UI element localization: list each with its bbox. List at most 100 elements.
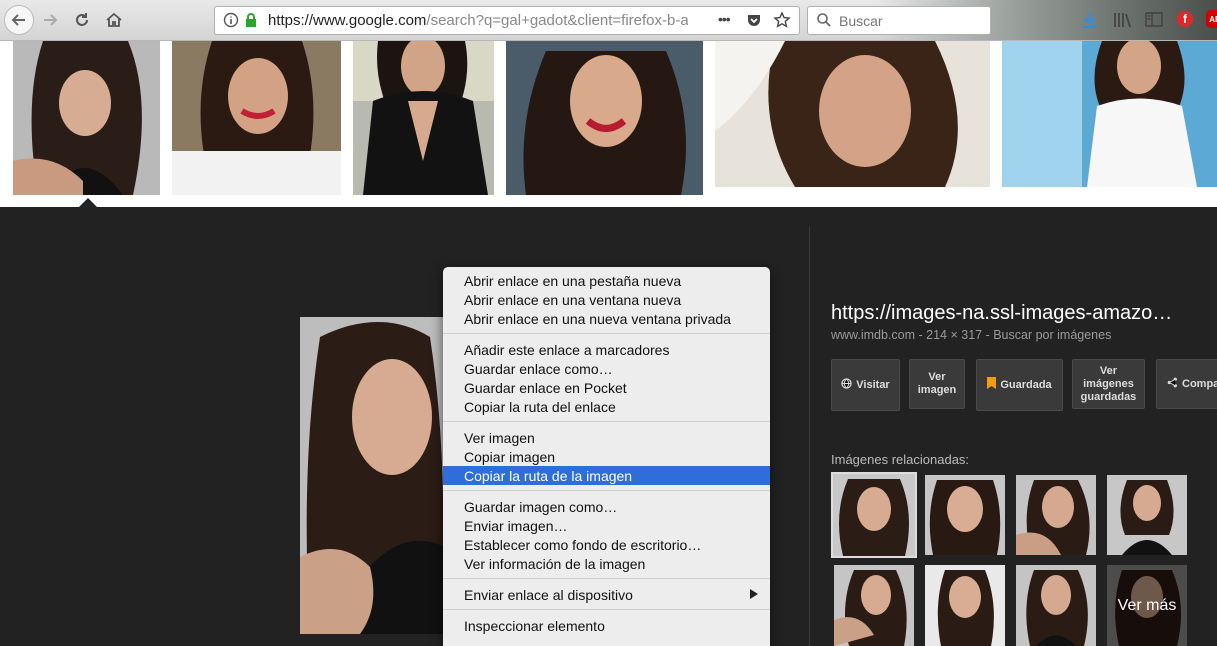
bookmark-icon [987,377,997,393]
url-text: https://www.google.com/search?q=gal+gado… [268,12,688,29]
context-menu-item-label: Enviar imagen… [464,518,568,534]
context-menu-item[interactable]: Abrir enlace en una nueva ventana privad… [443,309,770,328]
context-menu-item[interactable]: Añadir este enlace a marcadores [443,340,770,359]
saved-button[interactable]: Guardada [976,359,1063,411]
browser-toolbar: https://www.google.com/search?q=gal+gado… [0,0,1217,41]
related-thumbnail[interactable] [834,565,914,646]
result-image [353,41,494,195]
related-image [834,565,914,646]
submenu-arrow-icon [750,589,758,599]
result-thumbnail[interactable] [715,41,990,187]
context-menu-item-label: Copiar imagen [464,449,556,465]
context-menu-item[interactable]: Inspeccionar elemento [443,616,770,635]
view-image-label: Ver imagen [917,371,957,396]
lock-icon [246,13,256,27]
context-menu-item-label: Guardar enlace en Pocket [464,380,627,396]
context-menu-item[interactable]: Guardar enlace como… [443,359,770,378]
library-icon[interactable] [1113,11,1131,29]
context-menu-item[interactable]: Abrir enlace en una pestaña nueva [443,271,770,290]
related-images-label: Imágenes relacionadas: [831,452,970,467]
context-menu-item[interactable]: Ver información de la imagen [443,554,770,573]
home-button[interactable] [100,6,128,34]
visit-button[interactable]: Visitar [831,359,900,411]
context-menu-item[interactable]: Copiar imagen [443,447,770,466]
forward-button[interactable] [36,6,64,34]
related-image [925,475,1005,555]
flipboard-icon[interactable]: f [1177,11,1193,27]
context-menu-item-label: Guardar imagen como… [464,499,618,515]
context-menu-item-label: Copiar la ruta de la imagen [464,468,633,484]
context-menu-item-label: Establecer como fondo de escritorio… [464,537,702,553]
url-bar[interactable]: https://www.google.com/search?q=gal+gado… [214,6,800,35]
info-icon [223,12,239,28]
image-meta: www.imdb.com - 214 × 317 - Buscar por im… [831,328,1112,342]
result-thumbnail[interactable] [1002,41,1217,187]
view-image-button[interactable]: Ver imagen [909,359,965,409]
see-more-button[interactable]: Ver más [1107,565,1187,646]
result-thumbnail[interactable] [506,41,703,195]
share-button[interactable]: Compa [1156,359,1217,409]
related-image [925,565,1005,646]
context-menu-item[interactable]: Enviar imagen… [443,516,770,535]
context-menu-item[interactable]: Guardar imagen como… [443,497,770,516]
share-label: Compa [1182,377,1217,390]
result-thumbnail[interactable] [172,41,341,195]
related-thumbnail[interactable] [1016,565,1096,646]
context-menu-item[interactable]: Copiar la ruta de la imagen [443,466,770,485]
related-thumbnail[interactable] [831,472,917,558]
context-menu-item[interactable]: Ver imagen [443,428,770,447]
image-title[interactable]: https://images-na.ssl-images-amazo… [831,302,1211,325]
reload-icon [76,13,88,26]
search-bar[interactable]: Buscar [807,6,991,35]
back-arrow-icon [11,14,25,26]
context-menu-item[interactable]: Abrir enlace en una ventana nueva [443,290,770,309]
context-menu-item[interactable]: Enviar enlace al dispositivo [443,585,770,604]
pocket-icon[interactable] [746,12,762,28]
context-menu-item-label: Inspeccionar elemento [464,618,605,634]
context-menu-item-label: Guardar enlace como… [464,361,613,377]
search-icon [817,13,831,27]
related-thumbnail[interactable] [925,475,1005,555]
context-menu-separator [443,578,770,579]
preview-image[interactable] [300,317,445,634]
preview-image-picture [300,317,445,634]
result-image [13,41,160,195]
context-menu: Abrir enlace en una pestaña nueva Abrir e… [443,267,770,646]
context-menu-item-label: Añadir este enlace a marcadores [464,342,670,358]
related-thumbnail[interactable] [1016,475,1096,555]
back-button[interactable] [4,5,34,35]
context-menu-item-label: Ver información de la imagen [464,556,646,572]
visit-label: Visitar [856,378,890,391]
context-menu-item[interactable]: Establecer como fondo de escritorio… [443,535,770,554]
reload-button[interactable] [68,6,96,34]
search-placeholder: Buscar [839,13,883,29]
globe-icon [841,377,852,393]
context-menu-item[interactable]: Guardar enlace en Pocket [443,378,770,397]
context-menu-item-label: Abrir enlace en una pestaña nueva [464,273,682,289]
context-menu-item[interactable]: Copiar la ruta del enlace [443,397,770,416]
home-icon [106,12,122,27]
view-saved-label: Ver imágenes guardadas [1080,364,1137,403]
related-image [1107,475,1187,555]
saved-label: Guardada [1000,378,1052,391]
view-saved-button[interactable]: Ver imágenes guardadas [1072,359,1145,409]
star-icon[interactable] [773,11,791,29]
result-image [506,41,703,195]
url-path: /search?q=gal+gadot&client=firefox-b-a [426,12,688,29]
adblock-icon[interactable]: AB [1206,10,1217,28]
related-thumbnail[interactable] [1107,475,1187,555]
share-icon [1167,377,1178,392]
related-thumbnail[interactable] [925,565,1005,646]
context-menu-separator [443,421,770,422]
context-menu-item-label: Copiar la ruta del enlace [464,399,616,415]
context-menu-separator [443,333,770,334]
result-thumbnail[interactable] [353,41,494,195]
context-menu-separator [443,490,770,491]
result-image [715,41,990,187]
download-icon[interactable] [1082,11,1098,29]
related-image [1016,565,1096,646]
result-thumbnail[interactable] [13,41,160,195]
context-menu-item-label: Abrir enlace en una ventana nueva [464,292,682,308]
page-actions-button[interactable]: ••• [718,11,731,27]
sidebar-icon[interactable] [1145,11,1163,28]
